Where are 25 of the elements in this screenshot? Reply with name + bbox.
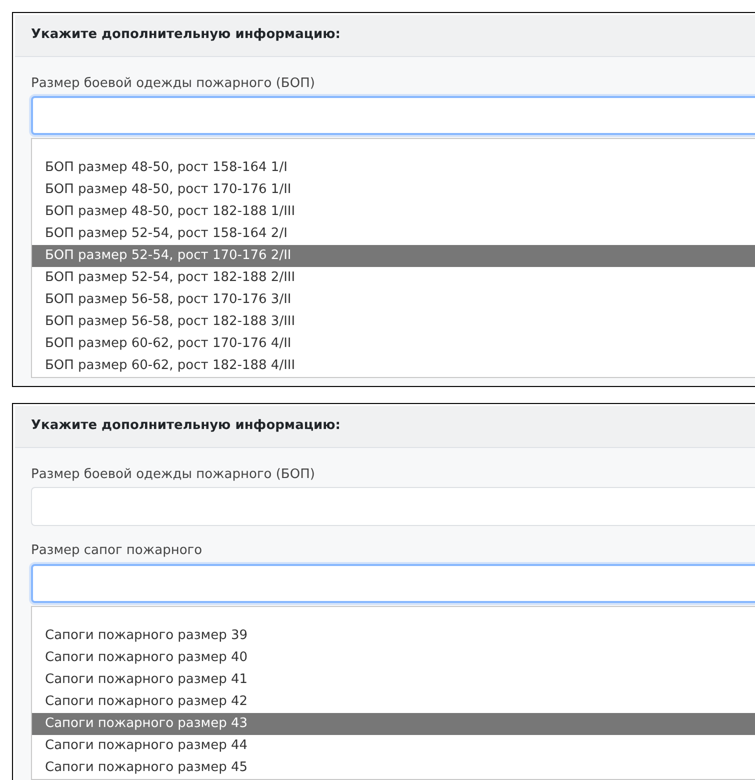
dropdown-option[interactable]: БОП размер 52-54, рост 170-176 2/II	[32, 245, 755, 267]
field-label: Размер боевой одежды пожарного (БОП)	[31, 466, 315, 484]
field-label: Размер сапог пожарного	[31, 542, 202, 560]
field-label: Размер боевой одежды пожарного (БОП)	[31, 74, 315, 92]
dropdown-option[interactable]: Сапоги пожарного размер 43	[32, 712, 755, 734]
dropdown-option[interactable]: Сапоги пожарного размер 45	[32, 756, 755, 778]
input-field[interactable]	[31, 564, 755, 602]
dropdown-option[interactable]: БОП размер 60-62, рост 170-176 4/II	[32, 333, 755, 355]
dropdown-option[interactable]: Сапоги пожарного размер 41	[32, 668, 755, 690]
dropdown-option[interactable]: БОП размер 56-58, рост 170-176 3/II	[32, 289, 755, 311]
input-field[interactable]	[31, 487, 755, 526]
dropdown-option[interactable]: БОП размер 60-62, рост 182-188 4/III	[32, 355, 755, 377]
dropdown-option[interactable]: Сапоги пожарного размер 40	[32, 646, 755, 668]
dropdown-option[interactable]: БОП размер 52-54, рост 182-188 2/III	[32, 267, 755, 289]
input-field[interactable]	[31, 96, 755, 135]
dropdown-option[interactable]: БОП размер 48-50, рост 182-188 1/III	[32, 201, 755, 223]
dropdown-option[interactable]: БОП размер 48-50, рост 170-176 1/II	[32, 179, 755, 201]
dropdown-option[interactable]: Сапоги пожарного размер 44	[32, 734, 755, 756]
dropdown-option[interactable]: Сапоги пожарного размер 42	[32, 690, 755, 712]
dialog-title: Укажите дополнительную информацию:	[15, 406, 755, 448]
dropdown-option[interactable]: БОП размер 52-54, рост 158-164 2/I	[32, 223, 755, 245]
dropdown-option[interactable]: БОП размер 56-58, рост 182-188 3/III	[32, 311, 755, 333]
dropdown-option[interactable]: Сапоги пожарного размер 39	[32, 624, 755, 646]
dropdown-option[interactable]: БОП размер 48-50, рост 158-164 1/I	[32, 157, 755, 179]
dialog-title: Укажите дополнительную информацию:	[15, 15, 755, 56]
